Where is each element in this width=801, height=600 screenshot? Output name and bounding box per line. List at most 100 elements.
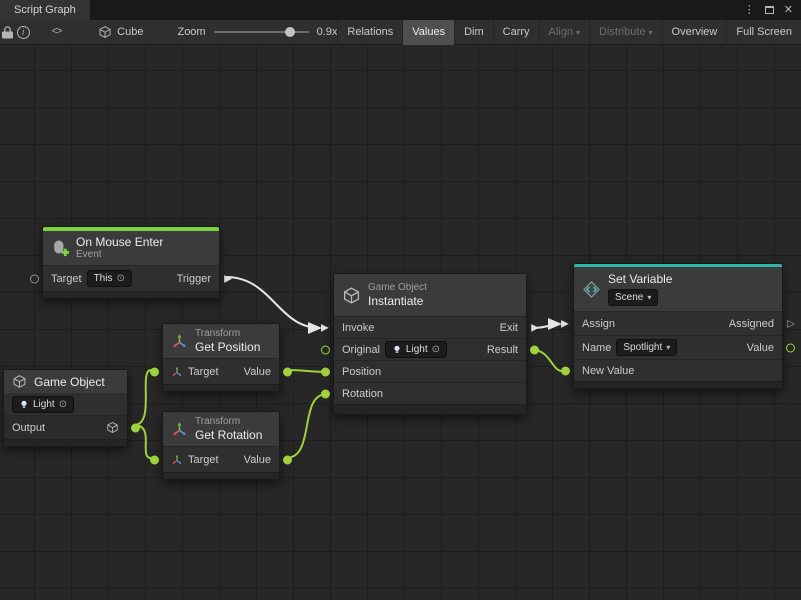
variable-scope-dropdown[interactable]: Scene ▾ xyxy=(608,289,658,306)
script-graph-window: Script Graph ⋮ ✕ i <> Cube Zoom 0.9x xyxy=(0,0,801,600)
port-row: ▶ Assign Assigned ▷ xyxy=(574,311,782,335)
carry-button[interactable]: Carry xyxy=(493,20,539,45)
node-header[interactable]: Set Variable Scene ▾ xyxy=(574,267,782,311)
name-label: Name xyxy=(582,342,611,354)
toolbar-buttons: Relations Values Dim Carry Align▾ Distri… xyxy=(337,20,801,45)
position-input-port[interactable] xyxy=(321,367,330,376)
mouse-enter-icon xyxy=(51,239,69,257)
tab-script-graph[interactable]: Script Graph xyxy=(0,0,90,20)
this-object-field[interactable]: This ⊙ xyxy=(87,270,132,287)
node-header[interactable]: On Mouse Enter Event xyxy=(43,231,219,265)
node-header[interactable]: Game Object Instantiate xyxy=(334,274,526,316)
port-row: Target Value xyxy=(163,358,279,384)
output-label: Output xyxy=(12,422,45,434)
node-on-mouse-enter[interactable]: On Mouse Enter Event Target This ⊙ Trigg… xyxy=(42,226,220,299)
menu-icon[interactable]: ⋮ xyxy=(744,0,755,20)
zoom-slider[interactable] xyxy=(214,31,309,33)
value-label: Value xyxy=(747,342,774,354)
assigned-output-port[interactable]: ▷ xyxy=(787,319,795,328)
node-title: Set Variable xyxy=(608,272,672,286)
cube-icon xyxy=(342,286,361,305)
value-label: Value xyxy=(244,454,271,466)
lock-icon-svg xyxy=(2,26,13,39)
target-input-port[interactable] xyxy=(150,455,159,464)
port-row: Original Light ⊙ Result xyxy=(334,338,526,360)
value-output-port[interactable] xyxy=(283,367,292,376)
object-picker-icon[interactable]: ⊙ xyxy=(432,343,440,356)
maximize-icon[interactable] xyxy=(765,6,774,14)
lock-icon[interactable] xyxy=(0,20,15,45)
trigger-label: Trigger xyxy=(177,273,211,285)
relations-button[interactable]: Relations xyxy=(337,20,402,45)
original-object-field[interactable]: Light ⊙ xyxy=(385,341,447,358)
value-output-port[interactable] xyxy=(283,455,292,464)
trigger-output-port[interactable]: ▶ xyxy=(224,274,232,283)
target-input-port[interactable] xyxy=(30,274,39,283)
target-input-port[interactable] xyxy=(150,367,159,376)
node-header[interactable]: Transform Get Position xyxy=(163,324,279,358)
transform-icon xyxy=(171,333,188,350)
dim-button[interactable]: Dim xyxy=(454,20,493,45)
zoom-value: 0.9x xyxy=(317,26,338,38)
new-value-input-port[interactable] xyxy=(561,366,570,375)
port-row: Name Spotlight ▾ Value xyxy=(574,335,782,359)
transform-icon xyxy=(171,421,188,438)
node-category: Game Object xyxy=(368,282,427,294)
invoke-input-port[interactable]: ▶ xyxy=(321,323,329,332)
object-picker-icon[interactable]: ⊙ xyxy=(59,398,67,411)
assign-input-port[interactable]: ▶ xyxy=(561,319,569,328)
node-title: Get Rotation xyxy=(195,428,262,442)
graph-canvas[interactable]: On Mouse Enter Event Target This ⊙ Trigg… xyxy=(0,45,801,600)
close-icon[interactable]: ✕ xyxy=(784,0,793,20)
graph-owner-label: Cube xyxy=(117,26,143,38)
object-picker-icon[interactable]: ⊙ xyxy=(116,272,124,285)
wire-trigger-to-invoke xyxy=(226,277,320,328)
values-button[interactable]: Values xyxy=(402,20,454,45)
distribute-button[interactable]: Distribute▾ xyxy=(589,20,661,45)
rotation-input-port[interactable] xyxy=(321,389,330,398)
chevron-down-icon: ▾ xyxy=(649,28,653,37)
light-object-field[interactable]: Light ⊙ xyxy=(12,396,74,413)
overview-button[interactable]: Overview xyxy=(662,20,727,45)
target-label: Target xyxy=(51,273,82,285)
node-get-rotation[interactable]: Transform Get Rotation Target Value xyxy=(162,411,280,480)
node-footer xyxy=(574,381,782,388)
graph-toolbar: i <> Cube Zoom 0.9x Relations Values Dim… xyxy=(0,20,801,45)
exit-output-port[interactable]: ▶ xyxy=(531,323,539,332)
original-label: Original xyxy=(342,344,380,356)
port-row: Target Value xyxy=(163,446,279,472)
node-set-variable[interactable]: Set Variable Scene ▾ ▶ Assign Assigned ▷… xyxy=(573,263,783,389)
node-title: Game Object xyxy=(34,375,105,389)
graph-owner-chip[interactable]: Cube xyxy=(98,25,143,39)
invoke-label: Invoke xyxy=(342,322,374,334)
variable-name-dropdown[interactable]: Spotlight ▾ xyxy=(616,339,677,356)
node-light-object[interactable]: Game Object Light ⊙ Output xyxy=(3,369,128,447)
node-instantiate[interactable]: Game Object Instantiate ▶ Invoke Exit ▶ … xyxy=(333,273,527,415)
window-controls: ⋮ ✕ xyxy=(744,0,801,20)
node-category: Transform xyxy=(195,328,260,340)
node-subtitle: Event xyxy=(76,249,163,261)
node-header[interactable]: Transform Get Rotation xyxy=(163,412,279,446)
result-output-port[interactable] xyxy=(530,345,539,354)
output-port[interactable] xyxy=(131,423,140,432)
original-input-port[interactable] xyxy=(321,345,330,354)
value-label: Value xyxy=(244,366,271,378)
full-screen-button[interactable]: Full Screen xyxy=(726,20,801,45)
node-category: Transform xyxy=(195,416,262,428)
align-button[interactable]: Align▾ xyxy=(539,20,589,45)
transform-icon xyxy=(171,454,183,466)
node-footer xyxy=(163,384,279,391)
node-header[interactable]: Game Object xyxy=(4,370,127,393)
port-row: ▶ Invoke Exit ▶ xyxy=(334,316,526,338)
zoom-control: Zoom 0.9x xyxy=(177,26,337,38)
node-title: Get Position xyxy=(195,340,260,354)
node-title: On Mouse Enter xyxy=(76,235,163,249)
variable-icon xyxy=(582,280,601,299)
node-get-position[interactable]: Transform Get Position Target Value xyxy=(162,323,280,392)
zoom-slider-handle[interactable] xyxy=(285,27,295,37)
edit-script-icon[interactable]: <> xyxy=(49,20,64,45)
node-footer xyxy=(334,404,526,414)
info-icon[interactable]: i xyxy=(15,20,30,45)
position-label: Position xyxy=(342,366,381,378)
value-output-port[interactable] xyxy=(786,343,795,352)
